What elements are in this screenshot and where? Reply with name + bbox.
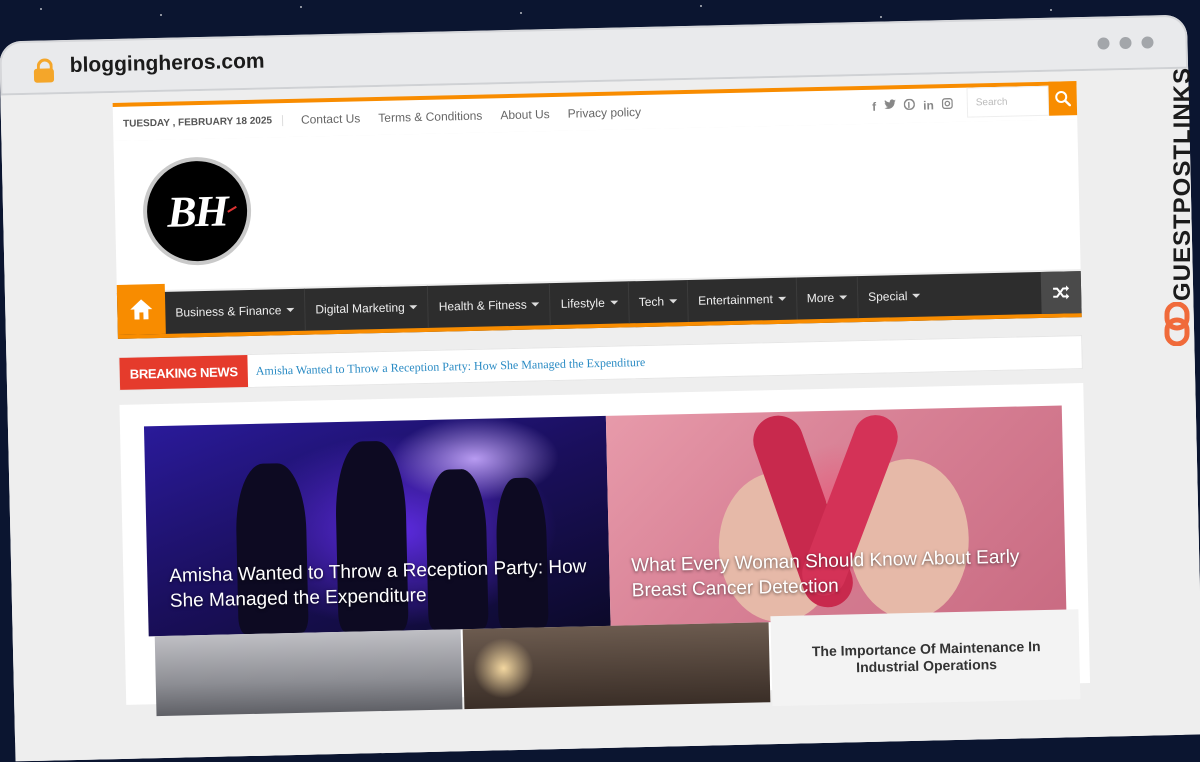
- current-date: TUESDAY , FEBRUARY 18 2025: [112, 114, 284, 130]
- caret-down-icon: [912, 293, 921, 298]
- facebook-icon[interactable]: f: [872, 100, 876, 114]
- caret-down-icon: [409, 305, 418, 310]
- logo-text: BH: [166, 185, 228, 237]
- brand-name: GUESTPOSTLINKS: [1168, 66, 1196, 302]
- window-controls[interactable]: [1087, 35, 1154, 54]
- home-icon: [130, 299, 153, 320]
- guestpostlinks-brand: GUESTPOSTLINKS: [1162, 58, 1196, 358]
- logo-arrow-icon: [227, 205, 237, 213]
- breaking-news-label: BREAKING NEWS: [119, 355, 249, 390]
- caret-down-icon: [609, 300, 618, 305]
- caret-down-icon: [531, 302, 540, 307]
- web-page: TUESDAY , FEBRUARY 18 2025 Contact Us Te…: [112, 81, 1091, 717]
- top-link-about[interactable]: About Us: [500, 107, 550, 122]
- article-thumbnail-lights[interactable]: [462, 622, 771, 710]
- nav-item-more[interactable]: More: [796, 276, 859, 320]
- browser-window: bloggingheros.com TUESDAY , FEBRUARY 18 …: [0, 14, 1200, 762]
- instagram-icon[interactable]: [941, 98, 953, 112]
- site-header: BH: [113, 119, 1081, 291]
- random-article-button[interactable]: [1040, 271, 1082, 314]
- nav-item-digital-marketing[interactable]: Digital Marketing: [304, 285, 430, 331]
- search-button[interactable]: [1048, 81, 1078, 116]
- home-button[interactable]: [116, 283, 166, 335]
- page-viewport: TUESDAY , FEBRUARY 18 2025 Contact Us Te…: [0, 68, 1200, 762]
- twitter-icon[interactable]: [884, 99, 897, 113]
- social-links: f in: [872, 98, 953, 114]
- nav-item-special[interactable]: Special: [858, 274, 931, 318]
- article-thumbnail-laptop[interactable]: [154, 629, 463, 717]
- featured-section: Amisha Wanted to Throw a Reception Party…: [119, 383, 1091, 717]
- side-article-title[interactable]: The Importance Of Maintenance In Industr…: [801, 638, 1052, 678]
- breaking-news-headline[interactable]: Amisha Wanted to Throw a Reception Party…: [256, 354, 646, 378]
- window-dot-icon[interactable]: [1119, 36, 1132, 50]
- chain-link-icon: [1164, 302, 1190, 346]
- side-article-card[interactable]: The Importance Of Maintenance In Industr…: [770, 609, 1081, 707]
- nav-item-lifestyle[interactable]: Lifestyle: [550, 281, 630, 326]
- site-logo[interactable]: BH: [141, 155, 253, 267]
- top-link-privacy[interactable]: Privacy policy: [568, 105, 642, 121]
- nav-item-tech[interactable]: Tech: [628, 279, 689, 324]
- featured-article-2[interactable]: What Every Woman Should Know About Early…: [605, 405, 1067, 626]
- featured-article-2-title[interactable]: What Every Woman Should Know About Early…: [631, 544, 1044, 603]
- search-icon: [1055, 90, 1071, 107]
- caret-down-icon: [286, 307, 295, 313]
- featured-article-1[interactable]: Amisha Wanted to Throw a Reception Party…: [143, 415, 611, 637]
- linkedin-icon[interactable]: in: [923, 98, 934, 112]
- top-link-contact[interactable]: Contact Us: [301, 111, 361, 126]
- lock-icon: [33, 58, 55, 83]
- browser-stage: bloggingheros.com TUESDAY , FEBRUARY 18 …: [0, 0, 1200, 762]
- caret-down-icon: [777, 296, 786, 301]
- nav-item-health-fitness[interactable]: Health & Fitness: [428, 283, 552, 328]
- pinterest-icon[interactable]: [903, 98, 916, 113]
- window-dot-icon[interactable]: [1097, 37, 1110, 50]
- top-link-terms[interactable]: Terms & Conditions: [378, 109, 482, 125]
- nav-item-business-finance[interactable]: Business & Finance: [164, 288, 306, 334]
- breaking-news-bar: BREAKING NEWS Amisha Wanted to Throw a R…: [118, 335, 1083, 391]
- search-input[interactable]: Search: [966, 85, 1050, 118]
- shuffle-icon: [1053, 285, 1070, 300]
- caret-down-icon: [669, 299, 678, 304]
- url-domain: bloggingheros.com: [69, 49, 265, 77]
- featured-article-1-title[interactable]: Amisha Wanted to Throw a Reception Party…: [169, 554, 588, 613]
- caret-down-icon: [839, 295, 848, 300]
- window-dot-icon[interactable]: [1141, 36, 1154, 49]
- nav-item-entertainment[interactable]: Entertainment: [687, 277, 798, 322]
